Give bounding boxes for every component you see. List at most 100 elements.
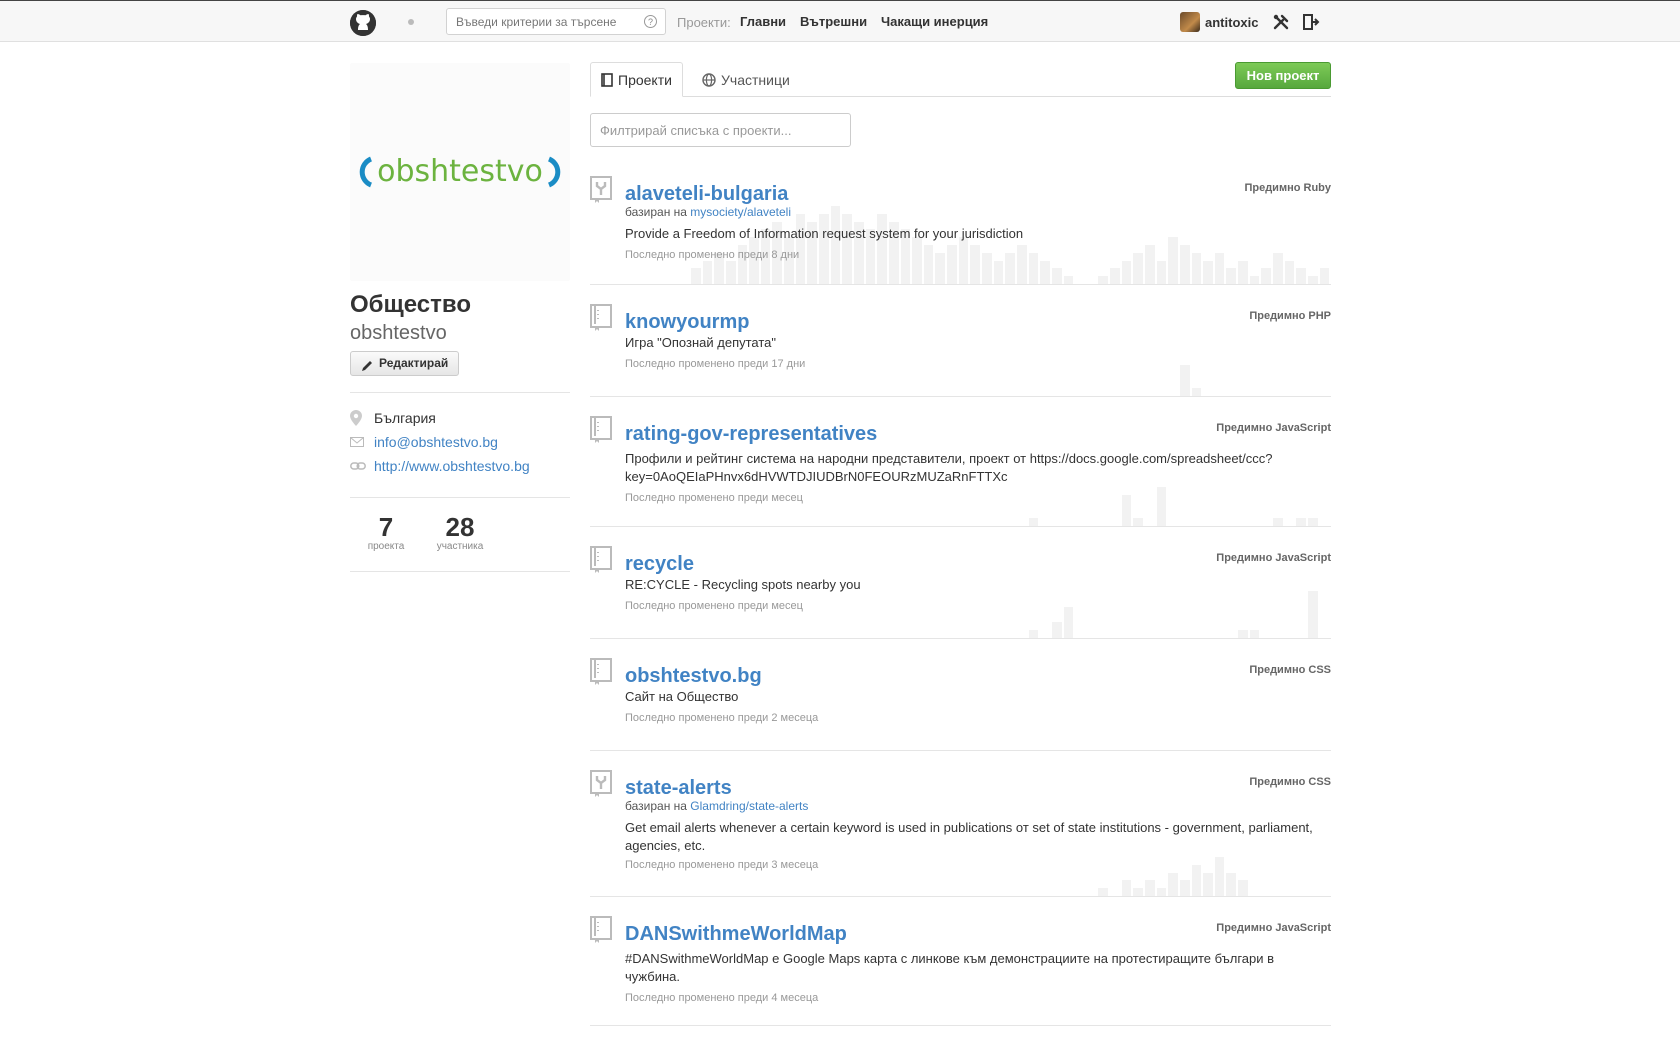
repo-language: Предимно JavaScript (1216, 922, 1331, 934)
website-link[interactable]: http://www.obshtestvo.bg (374, 458, 530, 474)
activity-bar (1296, 268, 1306, 284)
activity-bar (970, 245, 981, 284)
org-login: obshtestvo (350, 322, 447, 344)
activity-bar (1168, 237, 1178, 284)
user-menu[interactable]: antitoxic (1180, 12, 1258, 32)
repo-description: #DANSwithmeWorldMap е Google Maps карта … (625, 951, 1275, 984)
activity-bar (691, 268, 701, 284)
email-row: info@obshtestvo.bg (350, 433, 498, 451)
activity-bar (1307, 518, 1318, 526)
activity-bar (1005, 252, 1015, 284)
repo-name-link[interactable]: knowyourmp (625, 310, 749, 334)
repo-icon (590, 916, 614, 944)
activity-bar (1191, 388, 1202, 396)
activity-bar (1179, 364, 1190, 396)
divider (350, 571, 570, 572)
activity-bar (1191, 252, 1202, 284)
fork-source-link[interactable]: Glamdring/state-alerts (690, 799, 808, 813)
activity-bar (993, 260, 1004, 284)
status-dot-icon[interactable] (408, 19, 414, 25)
avatar[interactable] (1180, 12, 1200, 32)
github-logo-icon[interactable] (350, 10, 376, 36)
repo-name-link[interactable]: state-alerts (625, 776, 732, 800)
activity-bar (1319, 268, 1330, 284)
repo-language: Предимно CSS (1249, 664, 1331, 676)
repo-language: Предимно CSS (1249, 776, 1331, 788)
activity-bar (1063, 606, 1074, 638)
repo-name-link[interactable]: obshtestvo.bg (625, 664, 762, 688)
search-input[interactable] (447, 9, 637, 34)
activity-bar (1179, 245, 1190, 284)
activity-bar (1296, 518, 1306, 526)
activity-bar (1261, 268, 1272, 284)
nav-link-main[interactable]: Главни (740, 14, 786, 29)
repo-language: Предимно JavaScript (1216, 552, 1331, 564)
activity-bar (1156, 260, 1167, 284)
repo-updated: Последно променено преди 2 месеца (625, 712, 819, 724)
activity-bar (912, 237, 922, 284)
tab-repositories[interactable]: Проекти (590, 62, 683, 97)
activity-bar (1028, 252, 1039, 284)
repo-icon (590, 416, 614, 444)
repo-description: Профили и рейтинг система на народни пре… (625, 451, 1273, 484)
repo-language: Предимно Ruby (1244, 182, 1331, 194)
activity-bar (982, 252, 992, 284)
nav-link-internal[interactable]: Вътрешни (800, 14, 867, 29)
activity-bar (1191, 864, 1202, 896)
globe-icon (702, 72, 716, 87)
new-repository-button[interactable]: Нов проект (1235, 62, 1331, 89)
repo-item: obshtestvo.bg Предимно CSS Сайт на Обществ… (590, 658, 1331, 751)
activity-bar (1156, 487, 1167, 526)
stat-repos-value: 7 (378, 512, 394, 542)
activity-graph (691, 558, 1331, 638)
repo-name-link[interactable]: recycle (625, 552, 694, 576)
activity-bar (702, 260, 713, 284)
edit-button[interactable]: Редактирай (350, 351, 460, 376)
repo-name-link[interactable]: rating-gov-representatives (625, 422, 877, 446)
repo-updated: Последно променено преди 4 месеца (625, 992, 819, 1004)
filter-input[interactable] (591, 114, 846, 146)
repo-updated: Последно променено преди месец (625, 492, 803, 504)
repo-description: RE:CYCLE - Recycling spots nearby you (625, 577, 861, 592)
edit-button-label: Редактирай (379, 356, 449, 370)
tab-members[interactable]: Участници (692, 62, 800, 97)
search-box[interactable]: ? (446, 8, 666, 35)
activity-bar (1203, 260, 1213, 284)
activity-bar (1238, 260, 1248, 284)
repo-forked-icon (590, 176, 614, 204)
activity-bar (958, 237, 969, 284)
repo-icon (590, 304, 614, 332)
activity-bar (1273, 252, 1283, 284)
fork-prefix: базиран на (625, 205, 687, 219)
activity-bar (1133, 518, 1143, 526)
activity-bar (935, 252, 946, 284)
activity-bar (1040, 260, 1050, 284)
activity-bar (1273, 518, 1283, 526)
repo-forked-icon (590, 770, 614, 798)
sign-out-icon[interactable] (1302, 13, 1320, 31)
fork-source-link[interactable]: mysociety/alaveteli (690, 205, 791, 219)
search-help-icon[interactable]: ? (644, 15, 657, 28)
activity-bar (1307, 276, 1318, 284)
activity-bar (1016, 245, 1027, 284)
repo-name-link[interactable]: DANSwithmeWorldMap (625, 922, 847, 946)
username[interactable]: antitoxic (1205, 15, 1258, 30)
activity-bar (1203, 872, 1213, 896)
stat-repos[interactable]: 7 проекта (361, 513, 411, 552)
repo-name-link[interactable]: alaveteli-bulgaria (625, 182, 788, 206)
email-link[interactable]: info@obshtestvo.bg (374, 434, 498, 450)
stat-members[interactable]: 28 участника (430, 513, 490, 552)
repo-description: Сайт на Общество (625, 689, 739, 704)
activity-bar (1249, 630, 1260, 638)
repo-fork-info: базиран на Glamdring/state-alerts (625, 799, 808, 813)
nav-link-pending[interactable]: Чакащи инерция (881, 14, 988, 29)
activity-bar (1307, 591, 1318, 638)
activity-bar (1284, 260, 1295, 284)
website-row: http://www.obshtestvo.bg (350, 457, 530, 475)
divider (350, 392, 570, 393)
settings-tools-icon[interactable] (1272, 13, 1290, 31)
filter-box[interactable] (590, 113, 851, 147)
location-row: България (350, 409, 436, 427)
activity-bar (830, 206, 841, 284)
activity-bar (1121, 494, 1132, 526)
